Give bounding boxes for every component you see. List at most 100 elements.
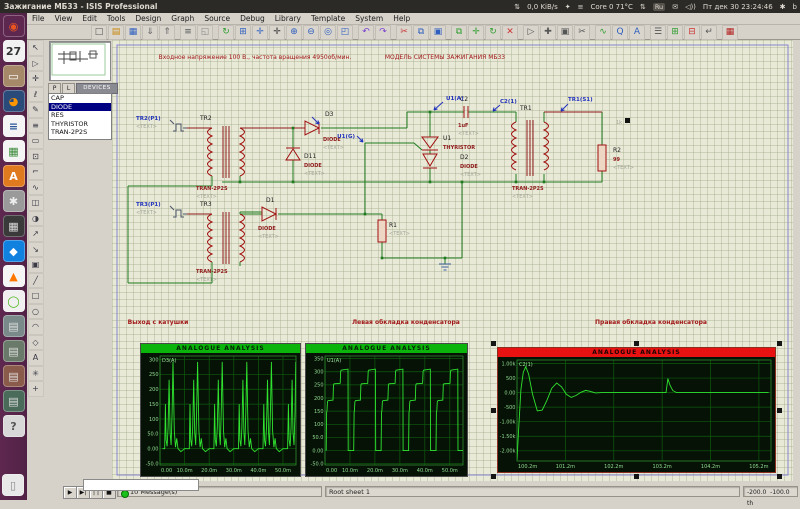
search-tag-button[interactable]: Q — [612, 25, 628, 40]
overview-window[interactable] — [49, 41, 111, 81]
component-tr1[interactable]: TR1 TRAN-2P2S <TEXT> — [512, 105, 549, 200]
mode-2d-line[interactable]: ╱ — [28, 273, 44, 289]
mark-area-button[interactable]: ◱ — [197, 25, 213, 40]
selection-handle[interactable] — [777, 341, 782, 346]
launcher-keypad-app[interactable]: ▦ — [3, 215, 25, 237]
device-list[interactable]: CAPDIODERESTHYRISTORTRAN-2P2S — [48, 93, 112, 140]
launcher-window-thumb-2[interactable]: ▤ — [3, 340, 25, 362]
edit-area[interactable]: Входное напряжение 100 В., частота враще… — [112, 40, 793, 481]
menu-edit[interactable]: Edit — [77, 14, 102, 23]
mode-voltage-probe-mode[interactable]: ↗ — [28, 226, 44, 242]
menu-view[interactable]: View — [50, 14, 78, 23]
export-button[interactable]: ⇑ — [159, 25, 175, 40]
play-button[interactable]: ▶ — [63, 486, 77, 499]
system-tray[interactable]: ⇅0,0 KiB/s✦≡Core 0 71°C⇅Ru✉◁))Пт дек 30 … — [514, 3, 800, 11]
mode-2d-arc[interactable]: ◠ — [28, 319, 44, 335]
mode-bus-mode[interactable]: ≡ — [28, 118, 44, 134]
component-d1[interactable]: D1 DIODE <TEXT> — [258, 197, 279, 240]
block-copy-button[interactable]: ⧉ — [451, 25, 467, 40]
launcher-app-a[interactable]: A — [3, 165, 25, 187]
mode-component-mode[interactable]: ▷ — [28, 56, 44, 72]
launcher-libreoffice-writer[interactable]: ≡ — [3, 115, 25, 137]
indicator-icon[interactable]: ✦ — [565, 3, 571, 11]
origin-button[interactable]: ✛ — [252, 25, 268, 40]
mode-2d-box[interactable]: □ — [28, 288, 44, 304]
pan-button[interactable]: ✛ — [269, 25, 285, 40]
packaging-tool-button[interactable]: ▣ — [557, 25, 573, 40]
selection-handle[interactable] — [634, 341, 639, 346]
network-arrows-icon[interactable]: ⇅ — [514, 3, 520, 11]
graph-coil-output[interactable]: ANALOGUE ANALYSIS 30025020015010050.00.0… — [140, 343, 301, 477]
paste-button[interactable]: ▣ — [430, 25, 446, 40]
undo-button[interactable]: ↶ — [358, 25, 374, 40]
clock[interactable]: Пт дек 30 23:24:46 — [703, 3, 773, 11]
launcher-vlc[interactable]: ▲ — [3, 265, 25, 287]
selection-handle[interactable] — [777, 408, 782, 413]
keyboard-layout[interactable]: Ru — [653, 3, 665, 11]
launcher-green-app[interactable]: ◯ — [3, 290, 25, 312]
component-d2[interactable]: D2 DIODE <TEXT> — [423, 154, 481, 178]
component-tr3[interactable]: TR3 TRAN-2P2S <TEXT> — [196, 201, 262, 283]
mode-subcircuit-mode[interactable]: ▭ — [28, 133, 44, 149]
generator-tr3p1[interactable]: TR3(P1) <TEXT> — [136, 202, 187, 217]
component-c2[interactable]: C2 1uF <TEXT> — [458, 96, 479, 137]
pick-device-button[interactable]: ▷ — [523, 25, 539, 40]
mode-2d-circle[interactable]: ○ — [28, 304, 44, 320]
zoom-all-button[interactable]: ◎ — [320, 25, 336, 40]
launcher-ubuntu-button[interactable]: ◉ — [3, 15, 25, 37]
launcher-trash[interactable]: ▯ — [2, 474, 24, 496]
probe-d3a[interactable] — [312, 117, 319, 124]
menu-library[interactable]: Library — [270, 14, 306, 23]
probe-c21[interactable]: C2(1) — [493, 99, 517, 111]
cpu-temp[interactable]: Core 0 71°C — [591, 3, 633, 11]
selection-handle[interactable] — [491, 341, 496, 346]
hamburger-icon[interactable]: ≡ — [578, 3, 584, 11]
launcher-window-thumb-4[interactable]: ▤ — [3, 390, 25, 412]
probe-u1a[interactable]: U1(A) — [434, 96, 464, 110]
launcher-system-settings[interactable]: ✱ — [3, 190, 25, 212]
copy-button[interactable]: ⧉ — [413, 25, 429, 40]
mode-wire-label-mode[interactable]: ℓ — [28, 87, 44, 103]
decompose-button[interactable]: ✂ — [574, 25, 590, 40]
wire-autorouter-button[interactable]: ∿ — [595, 25, 611, 40]
session-icon[interactable]: ✱ — [780, 3, 786, 11]
menu-system[interactable]: System — [350, 14, 388, 23]
user[interactable]: b — [793, 3, 797, 11]
bug-list-button[interactable]: ▦ — [722, 25, 738, 40]
graph-capacitor-right[interactable]: ANALOGUE ANALYSIS 1.00k5000.00-500-1.00k… — [497, 347, 776, 473]
device-item-res[interactable]: RES — [49, 111, 111, 120]
device-item-thyristor[interactable]: THYRISTOR — [49, 120, 111, 129]
mode-virtual-instrument-mode[interactable]: ▣ — [28, 257, 44, 273]
generator-tr2p1[interactable]: TR2(P1) <TEXT> — [136, 116, 187, 131]
block-move-button[interactable]: ✛ — [468, 25, 484, 40]
launcher-dropbox[interactable]: ◆ — [3, 240, 25, 262]
device-item-diode[interactable]: DIODE — [49, 103, 111, 112]
print-button[interactable]: ≡ — [180, 25, 196, 40]
make-device-button[interactable]: ✚ — [540, 25, 556, 40]
component-r1[interactable]: R1 <TEXT> — [378, 220, 410, 242]
block-delete-button[interactable]: ✕ — [502, 25, 518, 40]
mail-icon[interactable]: ✉ — [672, 3, 678, 11]
mode-graph-mode[interactable]: ∿ — [28, 180, 44, 196]
zoom-in-button[interactable]: ⊕ — [286, 25, 302, 40]
redraw-button[interactable]: ↻ — [218, 25, 234, 40]
launcher-help-app[interactable]: ? — [3, 415, 25, 437]
open-file-button[interactable]: ▤ — [108, 25, 124, 40]
selection-handle[interactable] — [634, 474, 639, 479]
property-assignment-button[interactable]: A — [629, 25, 645, 40]
selection-handle[interactable] — [491, 408, 496, 413]
cut-button[interactable]: ✂ — [396, 25, 412, 40]
arrows-icon[interactable]: ⇅ — [640, 3, 646, 11]
menu-file[interactable]: File — [27, 14, 50, 23]
mode-junction-dot-mode[interactable]: ✛ — [28, 71, 44, 87]
selection-handle[interactable] — [491, 474, 496, 479]
launcher-window-thumb-1[interactable]: ▤ — [3, 315, 25, 337]
mode-generator-mode[interactable]: ◑ — [28, 211, 44, 227]
selection-handle[interactable] — [777, 474, 782, 479]
component-r2[interactable]: R2 99 <TEXT> — [598, 145, 634, 171]
mode-current-probe-mode[interactable]: ↘ — [28, 242, 44, 258]
ground-symbol[interactable] — [439, 264, 451, 270]
launcher-firefox[interactable]: ◕ — [3, 90, 25, 112]
mode-tape-recorder-mode[interactable]: ◫ — [28, 195, 44, 211]
mode-2d-path[interactable]: ◇ — [28, 335, 44, 351]
